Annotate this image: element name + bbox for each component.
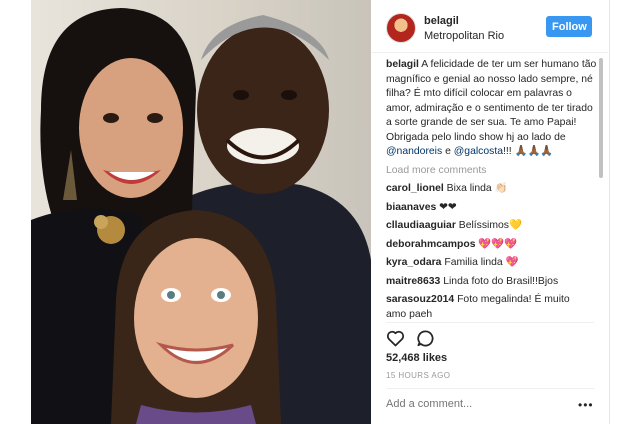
comment-text: amo paeh	[386, 308, 433, 320]
comment-username[interactable]: kyra_odara	[386, 257, 441, 268]
comments-scrollbar[interactable]	[599, 58, 603, 320]
comment-username[interactable]: sarasouz2014	[386, 294, 454, 305]
post-side-panel: belagil Metropolitan Rio Follow belagil …	[372, 0, 608, 424]
caption-username[interactable]: belagil	[386, 59, 419, 70]
load-more-comments-link[interactable]: Load more comments	[386, 164, 598, 179]
comment-text: Linda foto do Brasil!!Bjos	[443, 275, 559, 287]
comment-row: sarasouz2014 Foto megalinda! É muito	[386, 293, 598, 308]
post-header: belagil Metropolitan Rio Follow	[372, 0, 608, 53]
comment-username[interactable]: cllaudiaaguiar	[386, 220, 456, 231]
comment-row: biaanaves ❤❤	[386, 201, 598, 216]
comment-row: maitre8633 Linda foto do Brasil!!Bjos	[386, 275, 598, 290]
comment-row: kyra_odara Familia linda 💖	[386, 256, 598, 271]
comment-row: deborahmcampos 💖💖💖	[386, 238, 598, 253]
divider	[386, 322, 594, 323]
post-photo[interactable]	[31, 0, 371, 424]
follow-button[interactable]: Follow	[546, 16, 592, 37]
post-actions	[386, 329, 466, 349]
comment-text: Familia linda 💖	[444, 257, 519, 268]
comment-row: carol_lionel Bixa linda 👏🏻	[386, 182, 598, 197]
comment-text: 💖💖💖	[478, 238, 518, 250]
mention-link[interactable]: @galcosta	[454, 146, 503, 157]
add-comment-input[interactable]	[386, 396, 566, 412]
caption-and: e	[445, 146, 451, 157]
post-caption: belagil A felicidade de ter um ser human…	[386, 58, 598, 160]
divider	[386, 388, 594, 389]
comment-text: Belíssimos💛	[458, 220, 522, 231]
comment-username[interactable]: maitre8633	[386, 276, 440, 287]
post-timestamp[interactable]: 15 HOURS AGO	[386, 371, 450, 380]
caption-text: A felicidade de ter um ser humano tão ma…	[386, 59, 597, 143]
avatar[interactable]	[386, 13, 416, 43]
caption-end: !!! 🙏🏾🙏🏾🙏🏾	[503, 146, 554, 157]
likes-count[interactable]: 52,468 likes	[386, 352, 447, 364]
comment-row: cllaudiaaguiar Belíssimos💛	[386, 219, 598, 234]
comment-text: Foto megalinda! É muito	[457, 294, 570, 305]
more-options-icon[interactable]: •••	[578, 398, 594, 412]
comment-username[interactable]: carol_lionel	[386, 183, 444, 194]
post-username[interactable]: belagil	[424, 15, 459, 27]
comments-list[interactable]: belagil A felicidade de ter um ser human…	[386, 58, 598, 320]
heart-icon[interactable]	[386, 329, 406, 349]
photo-illustration	[31, 0, 371, 424]
scrollbar-thumb[interactable]	[599, 58, 603, 178]
comment-text: Bixa linda 👏🏻	[446, 183, 508, 194]
comment-row-continued: amo paeh	[386, 308, 598, 321]
post-location[interactable]: Metropolitan Rio	[424, 30, 504, 42]
comment-username[interactable]: biaanaves	[386, 202, 436, 213]
mention-link[interactable]: @nandoreis	[386, 146, 442, 157]
comment-text: ❤❤	[439, 201, 457, 213]
comment-icon[interactable]	[416, 329, 436, 349]
comment-username[interactable]: deborahmcampos	[386, 239, 476, 250]
